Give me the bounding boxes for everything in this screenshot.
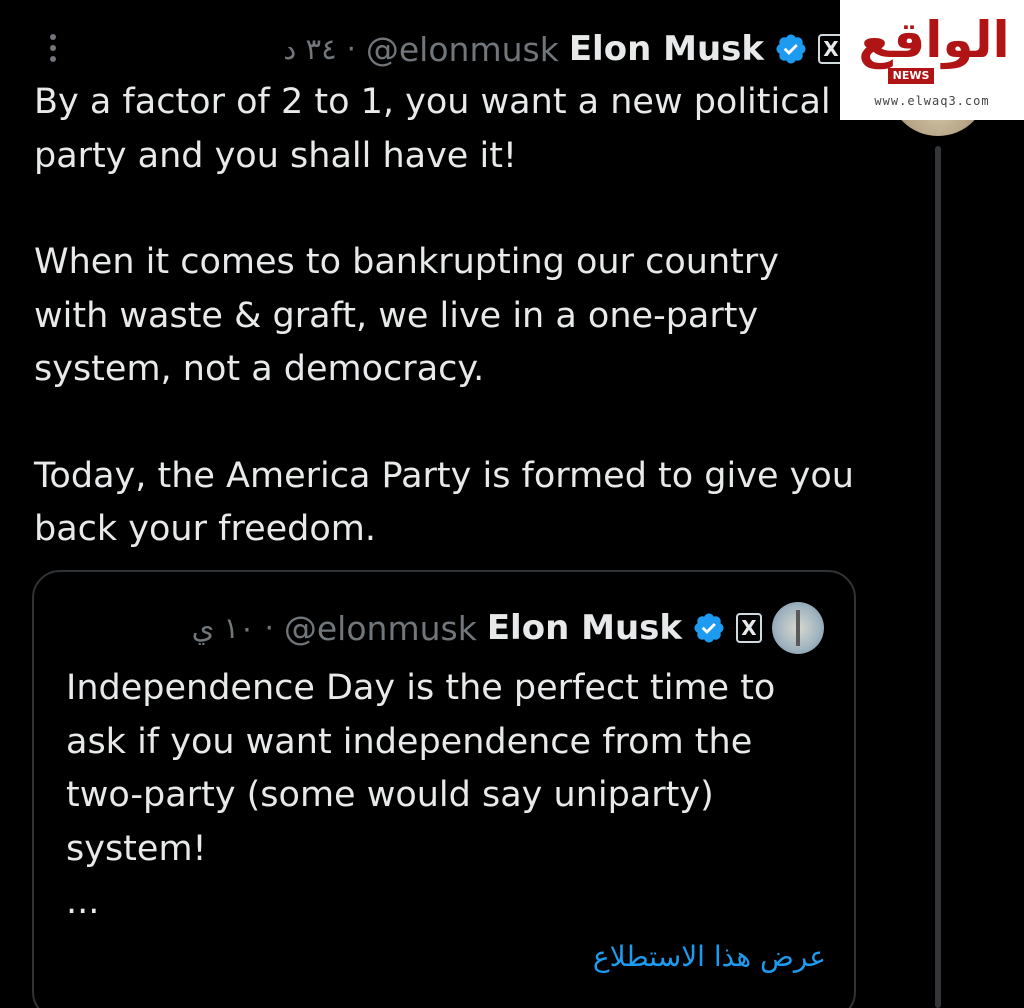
verified-badge-icon bbox=[694, 613, 724, 643]
quoted-author-handle: @elonmusk bbox=[283, 608, 477, 648]
quoted-text-ellipsis: ... bbox=[66, 882, 100, 922]
author-handle[interactable]: @elonmusk bbox=[366, 30, 559, 69]
news-watermark-logo: الواقع NEWS www.elwaq3.com bbox=[840, 0, 1024, 120]
tweet-time[interactable]: ٣٤ د bbox=[283, 32, 336, 66]
tweet-paragraph: By a factor of 2 to 1, you want a new po… bbox=[34, 82, 831, 176]
quoted-text-line: two-party (some would say uniparty) bbox=[66, 775, 714, 815]
quoted-author-avatar bbox=[772, 602, 824, 654]
watermark-logo-text: الواقع bbox=[858, 11, 1010, 69]
author-name[interactable]: Elon Musk bbox=[569, 29, 764, 69]
quoted-text-line: system! bbox=[66, 828, 207, 869]
quoted-header-separator: · bbox=[264, 611, 274, 645]
rocket-icon bbox=[796, 610, 800, 646]
show-poll-link[interactable]: عرض هذا الاستطلاع bbox=[570, 940, 826, 973]
quoted-tweet-header: ١٠ ي · @elonmusk Elon Musk X bbox=[154, 602, 824, 654]
x-logo-icon: X bbox=[736, 613, 762, 643]
tweet-detail-screen: ٣٤ د · @elonmusk Elon Musk X By a factor… bbox=[0, 0, 1024, 1008]
watermark-url: www.elwaq3.com bbox=[874, 94, 990, 108]
quoted-tweet-body: Independence Day is the perfect time to … bbox=[66, 662, 826, 930]
tweet-paragraph: Today, the America Party is formed to gi… bbox=[34, 455, 854, 550]
header-separator: · bbox=[346, 32, 356, 66]
quoted-author-name: Elon Musk bbox=[486, 608, 682, 648]
verified-badge-icon bbox=[776, 34, 806, 64]
quoted-tweet-time: ١٠ ي bbox=[191, 611, 255, 645]
main-tweet-header: ٣٤ د · @elonmusk Elon Musk X bbox=[30, 24, 844, 74]
tweet-body: By a factor of 2 to 1, you want a new po… bbox=[34, 76, 854, 557]
tweet-paragraph: When it comes to bankrupting our country… bbox=[34, 242, 779, 389]
quoted-text-line: Independence Day is the perfect time to bbox=[66, 668, 776, 708]
thread-line bbox=[935, 146, 941, 1008]
quoted-text-line: ask if you want independence from the bbox=[66, 721, 753, 762]
watermark-news-badge: NEWS bbox=[888, 68, 934, 84]
